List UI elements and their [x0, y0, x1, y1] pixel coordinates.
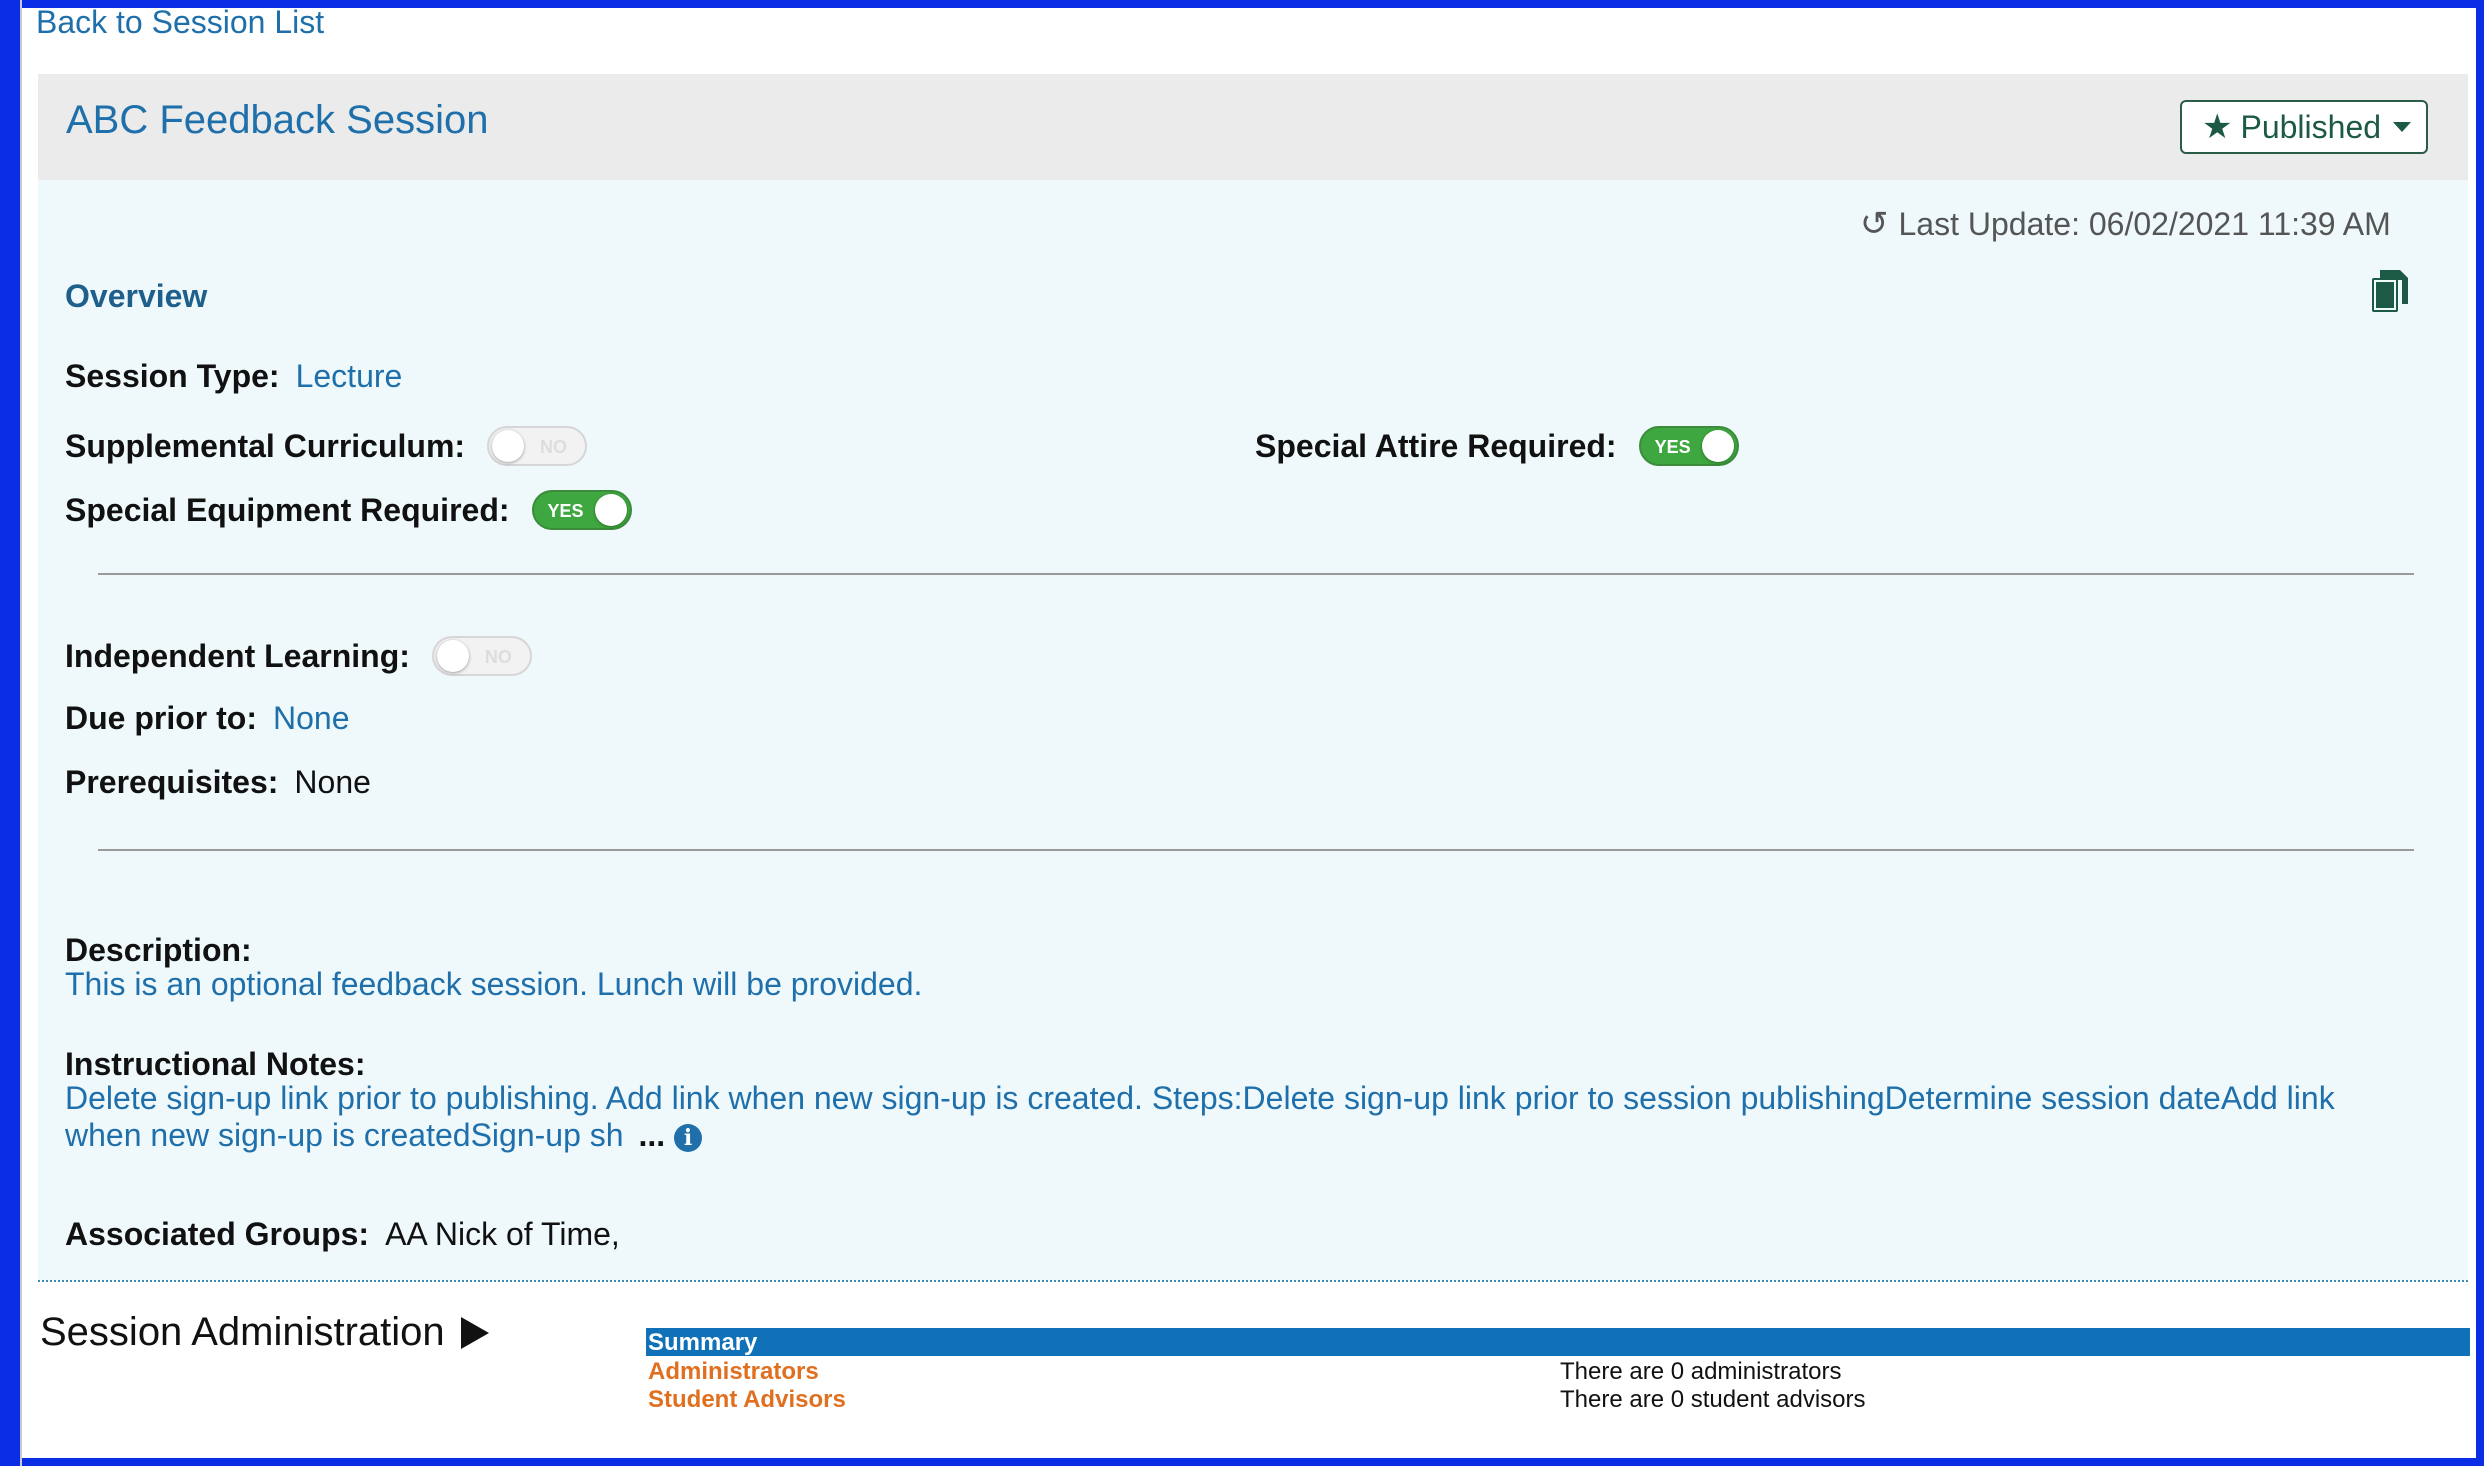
due-prior-to-label: Due prior to:: [65, 700, 257, 736]
special-equipment-toggle[interactable]: YES: [531, 490, 632, 530]
status-label: Published: [2240, 108, 2382, 145]
instructional-notes-label: Instructional Notes:: [65, 1046, 366, 1082]
session-type-row: Session Type: Lecture: [65, 358, 402, 395]
description-text: This is an optional feedback session. Lu…: [65, 966, 923, 1002]
instructional-notes-text: Delete sign-up link prior to publishing.…: [65, 1080, 2335, 1153]
toggle-text: NO: [484, 647, 512, 667]
special-attire-toggle[interactable]: YES: [1638, 426, 1739, 466]
administrators-link[interactable]: Administrators: [648, 1358, 819, 1386]
student-advisors-count: There are 0 student advisors: [1560, 1386, 1866, 1414]
back-to-session-list-link[interactable]: Back to Session List: [36, 4, 324, 41]
student-advisors-value: There are 0 student advisors: [1560, 1386, 1866, 1413]
caret-down-icon: [2393, 122, 2412, 132]
independent-learning-label: Independent Learning:: [65, 637, 410, 674]
dotted-divider: [38, 1280, 2468, 1282]
prerequisites-row: Prerequisites: None: [65, 764, 371, 801]
supplemental-curriculum-toggle[interactable]: NO: [487, 426, 588, 466]
supplemental-curriculum-label: Supplemental Curriculum:: [65, 427, 466, 464]
student-advisors-label: Student Advisors: [648, 1386, 846, 1413]
left-divider: [20, 0, 22, 1466]
due-prior-to-value: None: [272, 700, 350, 736]
section-divider: [98, 849, 2414, 851]
toggle-knob: [492, 430, 525, 462]
history-icon: ↺: [1860, 205, 1889, 243]
toggle-text: NO: [540, 437, 568, 457]
session-administration-toggle[interactable]: Session Administration: [40, 1310, 489, 1355]
prerequisites-label: Prerequisites:: [65, 764, 279, 800]
administrators-value: There are 0 administrators: [1560, 1358, 1842, 1385]
session-header: ABC Feedback Session ★ Published: [38, 74, 2468, 180]
page-title: ABC Feedback Session: [66, 98, 489, 142]
associated-groups-row: Associated Groups: AA Nick of Time,: [65, 1216, 620, 1253]
prerequisites-value: None: [294, 764, 371, 800]
special-attire-row: Special Attire Required: YES: [1255, 426, 1739, 466]
left-border: [8, 0, 20, 1466]
info-icon[interactable]: i: [674, 1123, 702, 1152]
last-update-text: Last Update: 06/02/2021 11:39 AM: [1898, 205, 2391, 242]
toggle-text: YES: [547, 501, 584, 521]
section-divider: [98, 573, 2414, 575]
description-label: Description:: [65, 932, 252, 968]
associated-groups-value: AA Nick of Time,: [385, 1216, 620, 1252]
copy-icon[interactable]: [2372, 270, 2408, 314]
session-administration-title: Session Administration: [40, 1310, 445, 1354]
overview-heading: Overview: [65, 278, 208, 314]
independent-learning-row: Independent Learning: NO: [65, 636, 532, 676]
toggle-text: YES: [1654, 437, 1691, 457]
student-advisors-link[interactable]: Student Advisors: [648, 1386, 846, 1414]
session-type-value: Lecture: [295, 358, 403, 394]
administrators-count: There are 0 administrators: [1560, 1358, 1841, 1386]
toggle-knob: [594, 494, 627, 526]
session-type-label: Session Type:: [65, 358, 280, 394]
special-equipment-row: Special Equipment Required: YES: [65, 490, 632, 530]
instructional-notes: Delete sign-up link prior to publishing.…: [65, 1080, 2395, 1154]
more-ellipsis[interactable]: ...: [638, 1117, 665, 1153]
last-update: ↺ Last Update: 06/02/2021 11:39 AM: [1860, 204, 2391, 244]
toggle-knob: [1701, 430, 1734, 462]
toggle-knob: [436, 640, 469, 672]
associated-groups-label: Associated Groups:: [65, 1216, 370, 1252]
special-equipment-label: Special Equipment Required:: [65, 491, 510, 528]
summary-header: Summary: [646, 1328, 2470, 1356]
special-attire-label: Special Attire Required:: [1255, 427, 1617, 464]
expand-arrow-icon: [460, 1316, 489, 1349]
independent-learning-toggle[interactable]: NO: [431, 636, 532, 676]
administrators-label: Administrators: [648, 1358, 819, 1385]
supplemental-curriculum-row: Supplemental Curriculum: NO: [65, 426, 588, 466]
status-dropdown-button[interactable]: ★ Published: [2180, 100, 2428, 154]
due-prior-to-row: Due prior to: None: [65, 700, 349, 737]
star-icon: ★: [2202, 108, 2233, 146]
